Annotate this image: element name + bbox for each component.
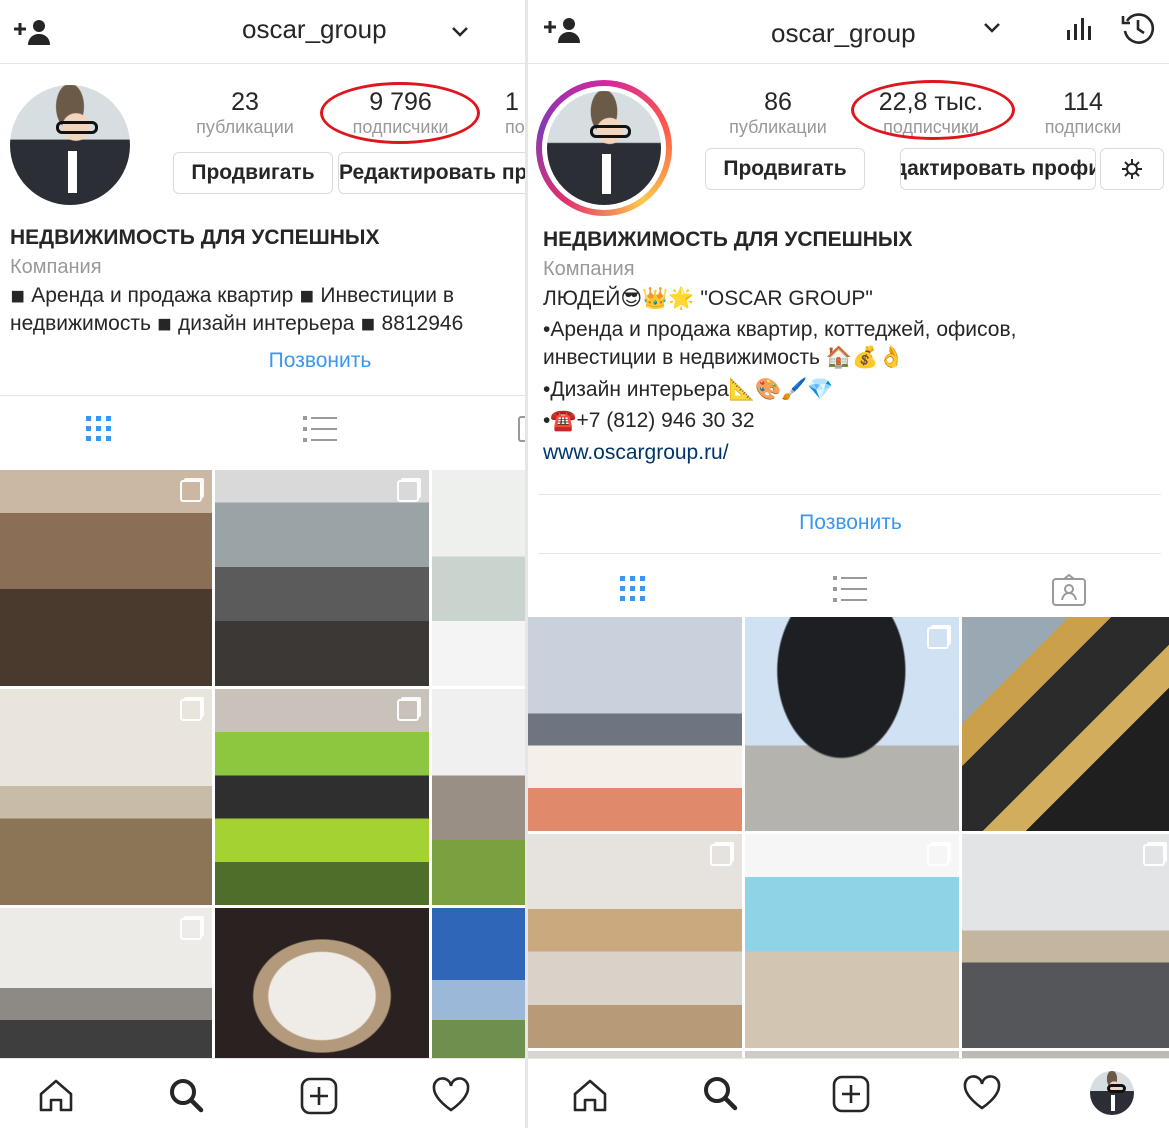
bio-title: НЕДВИЖИМОСТЬ ДЛЯ УСПЕШНЫХ — [543, 228, 913, 251]
divider — [538, 494, 1161, 495]
post-thumbnail[interactable] — [0, 470, 212, 686]
add-post-icon[interactable] — [830, 1073, 872, 1115]
highlight-circle — [851, 80, 1015, 140]
call-button[interactable]: Позвонить — [728, 511, 973, 535]
post-thumbnail[interactable] — [432, 908, 525, 1068]
tagged-photos-icon[interactable] — [1050, 572, 1088, 608]
top-bar: oscar_group — [0, 0, 525, 64]
divider — [0, 395, 525, 396]
stat-following-label: подписки — [1044, 117, 1122, 137]
right-profile-screen: oscar_group 86 публикации 22,8 тыс. подп… — [525, 0, 1169, 1128]
avatar[interactable] — [536, 80, 672, 216]
add-post-icon[interactable] — [298, 1075, 340, 1117]
stat-posts[interactable]: 23 публикации — [185, 88, 305, 138]
top-bar: oscar_group — [528, 0, 1169, 64]
post-thumbnail[interactable] — [432, 470, 525, 686]
stat-following[interactable]: 114 подписки — [1023, 88, 1143, 138]
carousel-icon — [1143, 844, 1165, 866]
call-button[interactable]: Позвонить — [200, 349, 440, 373]
bio-line: ◾ Аренда и продажа квартир ◾ Инвестиции … — [10, 284, 454, 307]
highlight-circle — [320, 82, 480, 144]
post-thumbnail[interactable] — [528, 617, 742, 831]
carousel-icon — [397, 480, 419, 502]
stat-posts-count: 86 — [764, 88, 792, 116]
stat-posts[interactable]: 86 публикации — [713, 88, 843, 138]
search-icon[interactable] — [166, 1075, 206, 1115]
post-thumbnail[interactable] — [215, 689, 429, 905]
stat-following-label: по — [505, 117, 525, 137]
post-thumbnail[interactable] — [0, 689, 212, 905]
bio-line: ЛЮДЕЙ😎👑🌟 "OSCAR GROUP" — [543, 287, 873, 310]
gear-icon — [1120, 157, 1144, 181]
promote-button[interactable]: Продвигать — [173, 152, 333, 194]
home-icon[interactable] — [570, 1075, 610, 1115]
post-thumbnail[interactable] — [745, 834, 959, 1048]
bio-line: недвижимость ◾ дизайн интерьера ◾ 881294… — [10, 312, 464, 335]
bottom-nav — [528, 1058, 1169, 1128]
post-thumbnail[interactable] — [0, 908, 212, 1068]
stat-following-count: 114 — [1063, 88, 1103, 116]
add-user-icon[interactable] — [10, 16, 54, 48]
post-thumbnail[interactable] — [962, 617, 1169, 831]
bio-category: Компания — [543, 258, 635, 280]
avatar[interactable] — [10, 85, 130, 205]
archive-icon[interactable] — [1120, 10, 1156, 46]
list-view-icon[interactable] — [302, 412, 338, 446]
post-thumbnail[interactable] — [528, 834, 742, 1048]
search-icon[interactable] — [700, 1073, 740, 1113]
promote-button[interactable]: Продвигать — [705, 148, 865, 190]
settings-button[interactable] — [1100, 148, 1164, 190]
bio-line: инвестиции в недвижимость 🏠💰👌 — [543, 346, 905, 369]
stat-posts-label: публикации — [729, 117, 827, 137]
bio-line: •Аренда и продажа квартир, коттеджей, оф… — [543, 318, 1017, 341]
stat-following-count: 1 — [505, 88, 519, 116]
tagged-view-icon[interactable] — [518, 416, 525, 442]
add-user-icon[interactable] — [540, 14, 584, 46]
username[interactable]: oscar_group — [771, 18, 916, 49]
carousel-icon — [180, 480, 202, 502]
post-thumbnail[interactable] — [745, 617, 959, 831]
chevron-down-icon[interactable] — [448, 22, 472, 42]
edit-profile-button[interactable]: Редактировать пр — [338, 152, 525, 194]
carousel-icon — [927, 844, 949, 866]
username[interactable]: oscar_group — [242, 14, 387, 45]
post-thumbnail[interactable] — [215, 470, 429, 686]
home-icon[interactable] — [36, 1075, 76, 1115]
heart-icon[interactable] — [430, 1075, 472, 1115]
profile-tab-avatar[interactable] — [1090, 1071, 1134, 1115]
carousel-icon — [710, 844, 732, 866]
bio-category: Компания — [10, 256, 102, 278]
insights-icon[interactable] — [1064, 12, 1094, 44]
carousel-icon — [927, 627, 949, 649]
post-thumbnail[interactable] — [962, 834, 1169, 1048]
bio-title: НЕДВИЖИМОСТЬ ДЛЯ УСПЕШНЫХ — [10, 226, 380, 249]
bio-line: •Дизайн интерьера📐🎨🖌️💎 — [543, 378, 834, 401]
stat-posts-label: публикации — [196, 117, 294, 137]
heart-icon[interactable] — [961, 1073, 1003, 1113]
website-link[interactable]: www.oscargroup.ru/ — [543, 441, 729, 465]
stat-posts-count: 23 — [231, 88, 259, 116]
post-thumbnail[interactable] — [215, 908, 429, 1068]
photo-grid — [0, 470, 525, 1068]
carousel-icon — [180, 699, 202, 721]
grid-view-icon[interactable] — [82, 412, 116, 446]
grid-view-icon[interactable] — [616, 572, 650, 606]
post-thumbnail[interactable] — [432, 689, 525, 905]
list-view-icon[interactable] — [832, 572, 868, 606]
carousel-icon — [397, 699, 419, 721]
edit-profile-button[interactable]: Редактировать профиль — [900, 148, 1096, 190]
chevron-down-icon[interactable] — [980, 18, 1004, 38]
left-profile-screen: oscar_group 23 публикации 9 796 подписчи… — [0, 0, 525, 1128]
divider — [538, 553, 1161, 554]
carousel-icon — [180, 918, 202, 940]
bottom-nav — [0, 1058, 525, 1128]
stat-following[interactable]: 1 по — [505, 88, 525, 138]
photo-grid — [528, 617, 1169, 1071]
bio-line: •☎️+7 (812) 946 30 32 — [543, 409, 755, 432]
